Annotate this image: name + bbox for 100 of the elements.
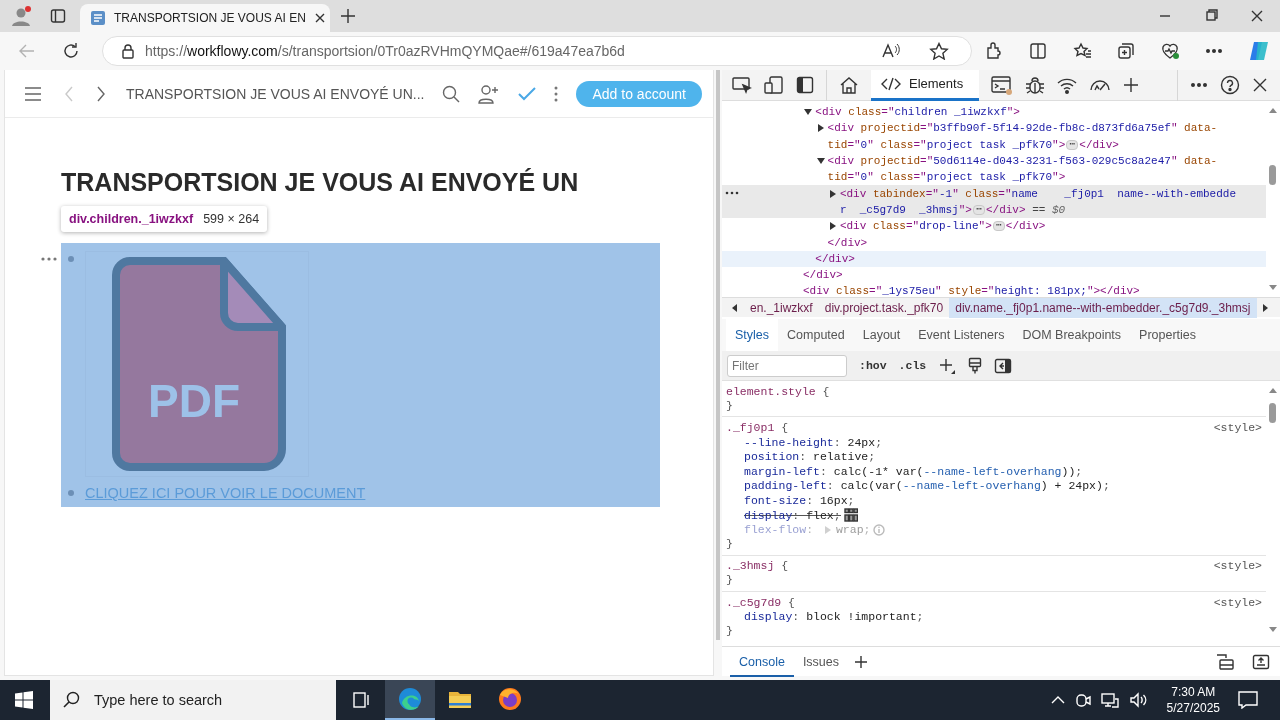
network-icon[interactable] xyxy=(1100,692,1119,708)
favorites-icon[interactable] xyxy=(1072,41,1092,61)
rule-selector[interactable]: ._fj0p1 { xyxy=(726,421,789,434)
drawer-tab[interactable]: Issues xyxy=(793,646,848,677)
scrollbar-thumb[interactable] xyxy=(1269,403,1276,423)
code-line[interactable]: <div class="children _1iwzkxf"> xyxy=(815,106,1020,119)
filter-field[interactable]: Filter xyxy=(727,354,847,377)
code-line[interactable]: <div projectid="50d6114e-d043-3231-f563-029c5c8a2e47" data- xyxy=(827,155,1218,168)
task-view-icon[interactable] xyxy=(351,691,371,709)
css-declaration[interactable]: --line-height: 24px; xyxy=(744,435,883,449)
source-link[interactable]: <style> xyxy=(1213,559,1262,573)
add-tool-icon[interactable] xyxy=(1123,77,1140,93)
expand-arrow-icon[interactable] xyxy=(827,221,838,232)
rule-selector[interactable]: ._c5g7d9 { xyxy=(726,595,796,609)
menu-icon[interactable] xyxy=(24,86,42,101)
split-screen-icon[interactable] xyxy=(1028,41,1048,61)
close-icon[interactable] xyxy=(1252,77,1268,93)
breadcrumb-item[interactable]: div.project.task._pfk70 xyxy=(818,297,950,318)
chevron-up-icon[interactable] xyxy=(1050,695,1065,705)
css-declaration[interactable]: margin-left: calc(-1* var(--name-left-overhang)); xyxy=(744,464,1083,478)
add-tab-icon[interactable] xyxy=(854,654,868,669)
source-link[interactable]: <style> xyxy=(1213,595,1262,609)
code-line[interactable]: <div class="_1ys75eu" style="height: 181px;"></div> xyxy=(803,285,1140,297)
lock-icon[interactable] xyxy=(121,43,135,59)
dock-side-icon[interactable] xyxy=(796,76,814,94)
url-text[interactable]: https://workflowy.com/s/transportsion/0Tr0azRVHmQYMQae#/619a47ea7b6d xyxy=(145,43,625,59)
help-icon[interactable] xyxy=(1220,75,1240,95)
panel-tab[interactable]: Event Listeners xyxy=(909,319,1014,351)
code-line[interactable]: <div projectid="b3ffb90f-5f14-92de-fb8c-d873fd6a75ef" data- xyxy=(827,122,1218,135)
rule-selector[interactable]: ._3hmsj { xyxy=(726,559,789,573)
network-icon[interactable] xyxy=(1057,76,1078,94)
panel-tab[interactable]: Properties xyxy=(1130,319,1206,351)
share-user-icon[interactable] xyxy=(478,83,501,104)
code-line[interactable]: <div class="drop-line"> ⋯ </div> xyxy=(839,220,1046,233)
new-rule-icon[interactable] xyxy=(938,356,957,375)
read-aloud-icon[interactable] xyxy=(881,42,901,60)
scrollbar-thumb[interactable] xyxy=(1269,165,1276,185)
check-icon[interactable] xyxy=(518,86,537,101)
breadcrumb-item[interactable]: div.name._fj0p1.name--with-embedder._c5g7d9._3hmsj xyxy=(949,297,1257,318)
new-tab-icon[interactable] xyxy=(340,8,356,24)
paint-brush-icon[interactable] xyxy=(968,356,983,375)
rule-selector[interactable]: element.style { xyxy=(726,384,830,398)
close-icon[interactable] xyxy=(313,12,326,24)
device-icon[interactable] xyxy=(764,76,784,94)
bug-icon[interactable] xyxy=(1025,75,1046,95)
console-icon[interactable] xyxy=(991,75,1014,95)
profile-icon[interactable] xyxy=(10,5,32,27)
panel-tab[interactable]: DOM Breakpoints xyxy=(1013,319,1131,351)
code-line[interactable]: </div> xyxy=(803,269,843,282)
code-line[interactable]: tid="0" class="project task _pfk70"> ⋯ </div> xyxy=(827,138,1119,151)
panel-tab[interactable]: Layout xyxy=(853,319,910,351)
notifications-icon[interactable] xyxy=(1238,691,1258,709)
breadcrumb-item[interactable]: en._1iwzkxf xyxy=(744,297,819,318)
windows-start-icon[interactable] xyxy=(15,691,33,709)
inspect-icon[interactable] xyxy=(732,76,752,94)
clock[interactable]: 7:30 AM 5/27/2025 xyxy=(1166,684,1220,716)
panel-tab[interactable]: Computed xyxy=(778,319,854,351)
panel-tab[interactable]: Styles xyxy=(726,319,779,351)
more-dots-icon[interactable] xyxy=(41,257,57,261)
grid-icon[interactable] xyxy=(843,508,858,523)
expand-arrow-icon[interactable] xyxy=(815,123,826,134)
home-icon[interactable] xyxy=(839,76,859,94)
elements-tab[interactable]: Elements xyxy=(871,69,980,101)
more-vertical-icon[interactable] xyxy=(554,85,559,102)
collections-icon[interactable] xyxy=(1116,41,1136,61)
health-icon[interactable] xyxy=(1160,41,1180,61)
reload-icon[interactable] xyxy=(62,42,80,60)
scroll-right-icon[interactable] xyxy=(1260,302,1270,313)
source-link[interactable]: <style> xyxy=(1213,421,1262,434)
dock-bottom-icon[interactable] xyxy=(1252,653,1270,670)
collapsed-content-button[interactable]: ⋯ xyxy=(972,204,985,215)
node-menu-icon[interactable] xyxy=(725,191,739,196)
css-declaration[interactable]: padding-left: calc(var(--name-left-overhang) + 24px); xyxy=(744,479,1110,493)
expand-arrow-icon[interactable] xyxy=(827,188,838,199)
search-icon[interactable] xyxy=(442,84,461,103)
undock-icon[interactable] xyxy=(1216,653,1234,670)
toggle-button[interactable]: .cls xyxy=(898,359,927,372)
breadcrumb-link[interactable]: TRANSPORTSION JE VOUS AI ENVOYÉ UN... xyxy=(126,85,425,102)
collapsed-content-button[interactable]: ⋯ xyxy=(992,221,1005,232)
scroll-left-icon[interactable] xyxy=(730,302,740,313)
favorite-star-icon[interactable] xyxy=(929,42,949,60)
drawer-tab[interactable]: Console xyxy=(730,646,794,677)
extensions-icon[interactable] xyxy=(984,41,1004,61)
taskbar-search-field[interactable]: Type here to search xyxy=(50,680,336,720)
code-line[interactable]: </div> xyxy=(827,236,868,249)
browser-tab[interactable]: TRANSPORTSION JE VOUS AI EN xyxy=(80,4,330,32)
css-declaration[interactable]: display: block !important; xyxy=(744,610,924,624)
code-line[interactable]: </div> xyxy=(815,252,855,265)
copilot-icon[interactable] xyxy=(1248,40,1270,62)
sidebar-toggle-icon[interactable] xyxy=(994,357,1013,374)
forward-icon[interactable] xyxy=(96,85,106,102)
address-field[interactable]: https://workflowy.com/s/transportsion/0Tr0azRVHmQYMQae#/619a47ea7b6d xyxy=(102,36,972,66)
taskbar-app-button[interactable] xyxy=(385,680,435,720)
css-declaration[interactable]: position: relative; xyxy=(744,450,876,464)
code-line[interactable]: tid="0" class="project task _pfk70"> xyxy=(827,171,1066,184)
tab-actions-icon[interactable] xyxy=(50,8,66,24)
meet-now-icon[interactable] xyxy=(1074,692,1091,708)
toggle-button[interactable]: :hov xyxy=(859,359,887,372)
volume-icon[interactable] xyxy=(1128,692,1147,708)
collapsed-content-button[interactable]: ⋯ xyxy=(1066,139,1079,150)
